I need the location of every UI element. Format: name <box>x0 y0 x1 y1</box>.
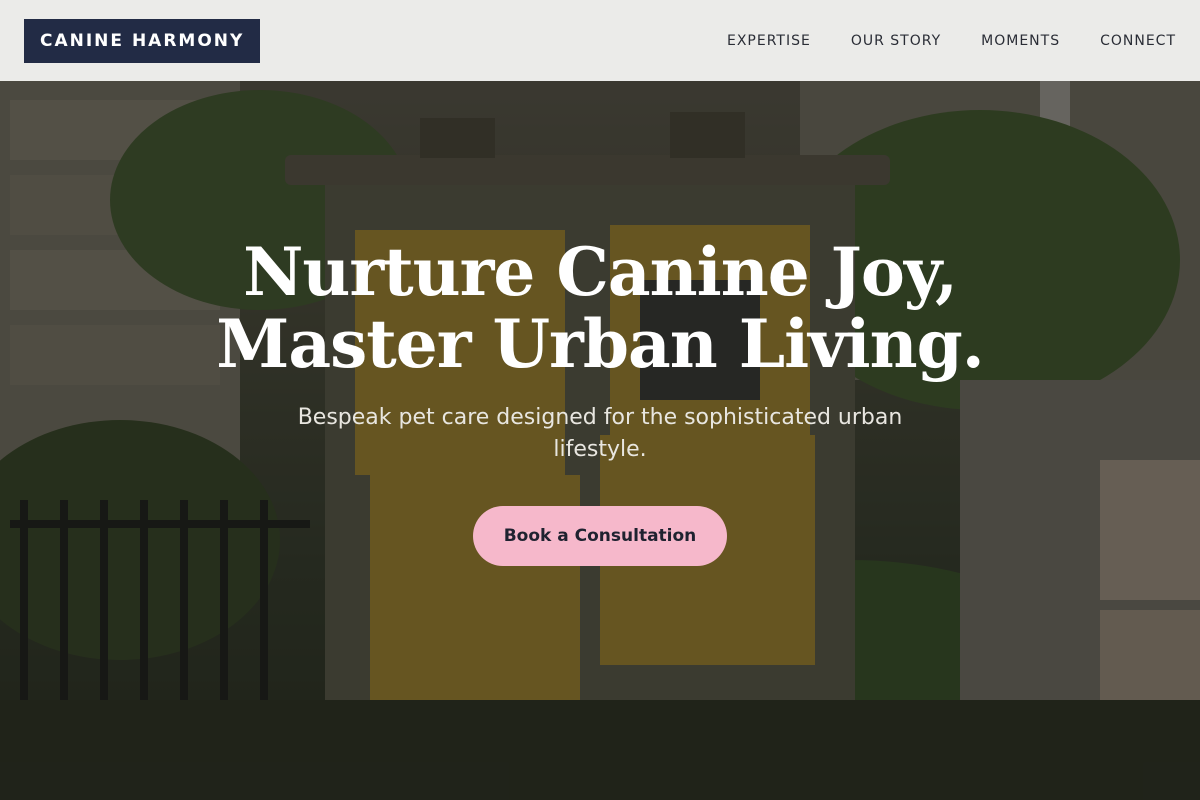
hero-headline-line2: Master Urban Living. <box>216 305 984 383</box>
book-consultation-button[interactable]: Book a Consultation <box>473 506 727 566</box>
nav-link-moments[interactable]: MOMENTS <box>981 33 1060 49</box>
hero-headline: Nurture Canine Joy, Master Urban Living. <box>0 236 1200 380</box>
hero-section: Nurture Canine Joy, Master Urban Living.… <box>0 0 1200 800</box>
nav-link-our-story[interactable]: OUR STORY <box>851 33 941 49</box>
nav-link-expertise[interactable]: EXPERTISE <box>727 33 811 49</box>
hero-subtitle: Bespeak pet care designed for the sophis… <box>297 405 903 462</box>
hero-headline-line1: Nurture Canine Joy, <box>243 233 958 311</box>
main-nav: EXPERTISE OUR STORY MOMENTS CONNECT <box>727 33 1176 49</box>
brand-logo[interactable]: CANINE HARMONY <box>24 18 261 63</box>
nav-link-connect[interactable]: CONNECT <box>1100 33 1176 49</box>
site-header: CANINE HARMONY EXPERTISE OUR STORY MOMEN… <box>0 0 1200 81</box>
